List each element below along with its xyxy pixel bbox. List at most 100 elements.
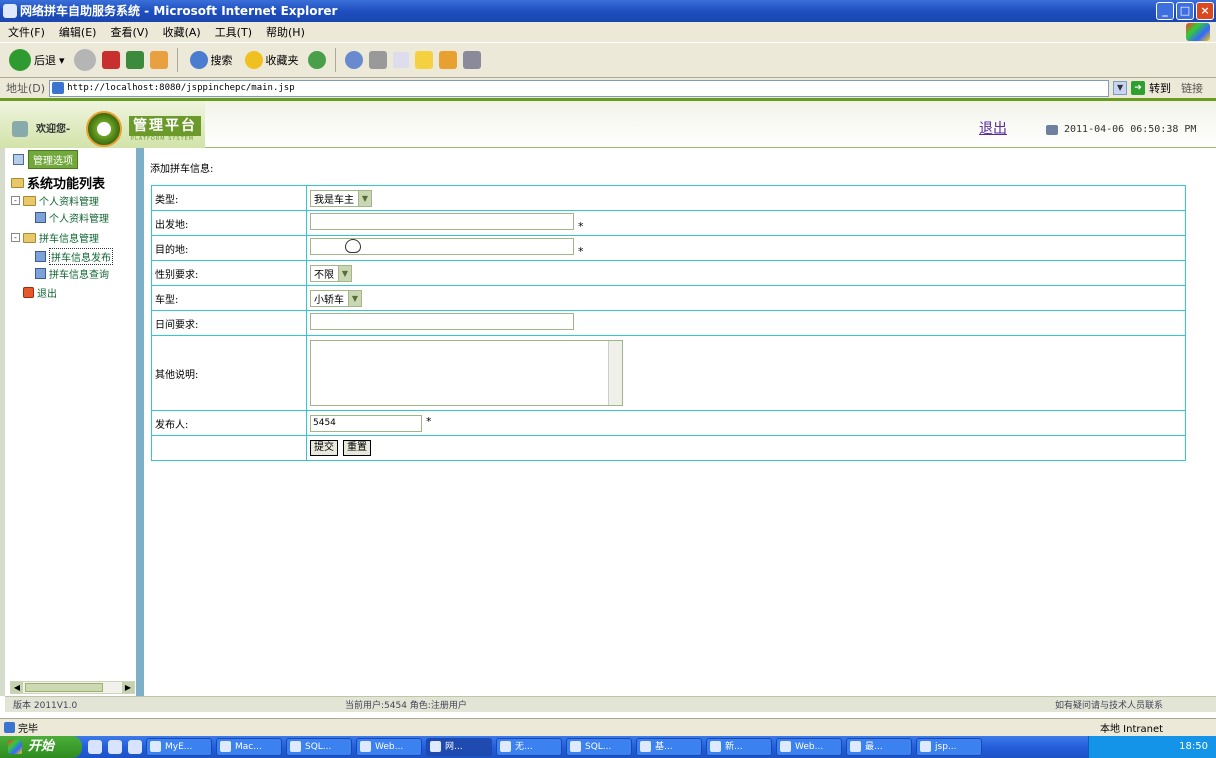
tree-group-label: 个人资料管理 [39,197,99,208]
scroll-right-icon[interactable]: ▶ [122,682,134,693]
sidebar-item-label[interactable]: 拼车信息查询 [49,266,109,281]
print-icon[interactable] [368,51,387,69]
task-button[interactable]: 无... [496,738,562,756]
type-select[interactable]: 我是车主 ▼ [310,189,372,207]
mail-icon[interactable] [344,51,363,69]
menu-edit[interactable]: 编辑(E) [59,24,97,40]
maximize-button[interactable]: □ [1176,2,1194,20]
refresh-icon[interactable] [125,51,144,69]
sidebar-tab[interactable]: 管理选项 [13,150,78,169]
stop-icon[interactable] [101,51,120,69]
sidebar-item-profile[interactable]: 个人资料管理 [35,210,109,225]
gender-label: 性别要求: [151,260,307,286]
car-label: 车型: [151,285,307,311]
chevron-down-icon[interactable]: ▼ [358,190,371,206]
links-label[interactable]: 链接 [1181,80,1203,96]
tree-root[interactable]: 系统功能列表 [11,173,105,192]
menu-file[interactable]: 文件(F) [8,24,45,40]
type-label: 类型: [151,185,307,211]
folder-icon [23,232,36,243]
task-button[interactable]: SQL... [286,738,352,756]
edit-icon[interactable] [392,52,409,68]
favorites-button[interactable]: 收藏夹 [242,51,302,69]
menu-tools[interactable]: 工具(T) [215,24,252,40]
main-content: 添加拼车信息: 类型: 我是车主 ▼ 出发地: * 目的地: * 性别要求: 不… [144,148,1210,696]
ie-icon [3,4,17,18]
go-button[interactable]: 转到 [1149,80,1171,96]
note-textarea[interactable] [310,340,623,406]
home-icon[interactable] [149,51,168,69]
quicklaunch-desktop-icon[interactable] [108,740,122,754]
form-row-to: 目的地: * [151,235,1186,261]
task-button[interactable]: MyE... [146,738,212,756]
app-footer: 版本 2011V1.0 当前用户:5454 角色:注册用户 如有疑问请与技术人员… [5,696,1216,712]
go-arrow-icon[interactable]: ➜ [1131,81,1146,95]
history-icon[interactable] [307,51,326,69]
to-input[interactable] [310,237,574,255]
search-button[interactable]: 搜索 [187,51,236,69]
ie-window: 网络拼车自助服务系统 - Microsoft Internet Explorer… [0,0,1216,758]
back-arrow-icon [9,49,31,71]
task-button-active[interactable]: 网... [426,738,492,756]
scroll-left-icon[interactable]: ◀ [11,682,23,693]
security-zone: 本地 Intranet [1100,724,1164,735]
sidebar-item-publish[interactable]: 拼车信息发布 [35,248,113,265]
sidebar-item-label[interactable]: 拼车信息发布 [49,248,113,265]
address-input[interactable]: http://localhost:8080/jsppinchepc/main.j… [49,79,1110,97]
textarea-scrollbar[interactable] [608,341,622,405]
scroll-thumb[interactable] [25,683,103,692]
menu-help[interactable]: 帮助(H) [266,24,305,40]
taskbar: 开始 MyE... Mac... SQL... Web... 网... 无...… [0,736,1216,758]
page-icon [52,82,65,94]
chevron-down-icon[interactable]: ▼ [338,265,351,281]
sidebar-item-exit[interactable]: 退出 [23,285,57,300]
reset-button[interactable]: 重置 [343,440,371,456]
gender-select[interactable]: 不限 ▼ [310,264,352,282]
task-button[interactable]: 新... [706,738,772,756]
favorites-label: 收藏夹 [265,54,299,67]
task-button[interactable]: jsp... [916,738,982,756]
logout-link[interactable]: 退出 [979,118,1007,138]
collapse-icon[interactable]: - [11,233,20,242]
form-row-note: 其他说明: [151,335,1186,411]
from-input[interactable] [310,212,574,230]
back-button[interactable]: 后退 ▾ [6,49,68,71]
task-button[interactable]: Web... [356,738,422,756]
task-button[interactable]: 基... [636,738,702,756]
forward-button[interactable] [73,49,96,71]
sidebar-item-label[interactable]: 退出 [37,285,57,300]
task-button[interactable]: Web... [776,738,842,756]
ie-status-bar: 完毕 本地 Intranet [0,718,1216,736]
messenger-icon[interactable] [462,51,481,69]
car-select[interactable]: 小轿车 ▼ [310,289,362,307]
close-button[interactable]: × [1196,2,1214,20]
tree-group-profile[interactable]: - 个人资料管理 [11,193,99,208]
menu-view[interactable]: 查看(V) [110,24,148,40]
time-cell [306,310,1186,336]
hand-cursor-icon [345,238,361,253]
horizontal-scrollbar[interactable]: ◀ ▶ [10,681,135,694]
required-mark: * [578,220,584,234]
sidebar-item-label[interactable]: 个人资料管理 [49,210,109,225]
sidebar-item-query[interactable]: 拼车信息查询 [35,266,109,281]
quicklaunch-media-icon[interactable] [128,740,142,754]
publisher-input[interactable]: 5454 [310,414,422,432]
minimize-button[interactable]: _ [1156,2,1174,20]
start-button[interactable]: 开始 [0,736,82,758]
chevron-down-icon[interactable]: ▼ [348,290,361,306]
form-row-actions: 提交 重置 [151,435,1186,461]
menu-favorites[interactable]: 收藏(A) [163,24,201,40]
task-button[interactable]: SQL... [566,738,632,756]
submit-button[interactable]: 提交 [310,440,338,456]
collapse-icon[interactable]: - [11,196,20,205]
research-icon[interactable] [438,51,457,69]
car-cell: 小轿车 ▼ [306,285,1186,311]
page-done-icon [4,722,15,733]
time-input[interactable] [310,313,574,330]
folder-icon[interactable] [414,51,433,69]
tree-group-carpool[interactable]: - 拼车信息管理 [11,230,99,245]
task-button[interactable]: Mac... [216,738,282,756]
task-button[interactable]: 最... [846,738,912,756]
address-dropdown-icon[interactable]: ▼ [1113,81,1128,95]
quicklaunch-ie-icon[interactable] [88,740,102,754]
